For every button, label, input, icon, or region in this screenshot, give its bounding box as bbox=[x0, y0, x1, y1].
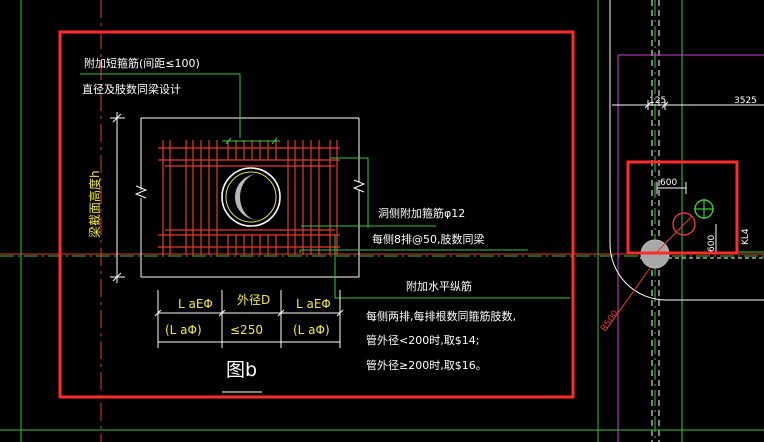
note-hole-side-sub: 每侧8排@50,肢数同梁 bbox=[372, 232, 485, 246]
label-max-250: ≤250 bbox=[230, 323, 263, 337]
note-longbar-title: 附加水平纵筋 bbox=[406, 279, 472, 293]
note-hole-side: 洞侧附加箍筋φ12 bbox=[378, 206, 465, 220]
label-kl4: KL4 bbox=[741, 228, 751, 245]
note-longbar-line2: 管外径<200时,取$14; bbox=[366, 333, 479, 347]
note-longbar-line3: 管外径≥200时,取$16。 bbox=[366, 358, 487, 372]
label-la-left: (L aΦ) bbox=[165, 323, 202, 337]
dim-600-horizontal: 600 bbox=[660, 178, 677, 188]
dim-600-vertical: 600 bbox=[707, 235, 717, 252]
dim-125: 125 bbox=[649, 96, 666, 106]
label-lae-right: L aEΦ bbox=[296, 297, 331, 311]
dim-3525: 3525 bbox=[734, 96, 757, 106]
note-stirrup-title: 附加短箍筋(间距≤100) bbox=[84, 56, 200, 70]
label-outer-diameter: 外径D bbox=[237, 293, 270, 307]
cad-drawing-canvas[interactable]: 附加短箍筋(间距≤100) 直径及肢数同梁设计 梁截面高度h 洞侧附加箍筋φ12… bbox=[0, 0, 764, 442]
note-stirrup-sub: 直径及肢数同梁设计 bbox=[82, 82, 181, 96]
label-beam-height: 梁截面高度h bbox=[87, 170, 102, 238]
note-longbar-line1: 每侧两排,每排根数同箍筋肢数, bbox=[366, 309, 516, 323]
figure-caption: 图b bbox=[226, 359, 257, 381]
label-la-right: (L aΦ) bbox=[293, 323, 330, 337]
label-lae-left: L aEΦ bbox=[178, 297, 213, 311]
